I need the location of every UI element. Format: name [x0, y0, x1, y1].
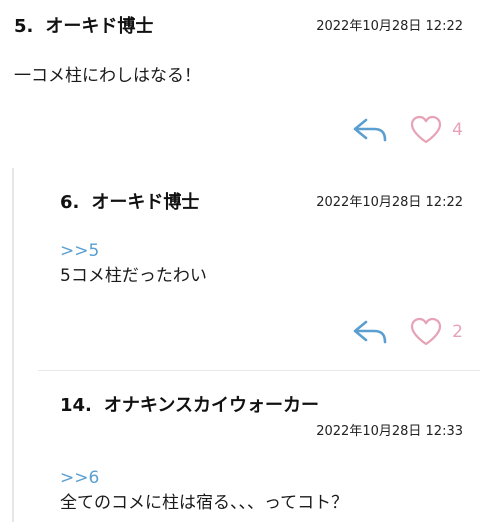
comment-header: 6. オーキド博士: [60, 190, 199, 216]
heart-icon: [410, 115, 442, 145]
reply-arrow-icon[interactable]: [352, 318, 388, 346]
comment-actions: 2: [352, 315, 463, 349]
comment-14: 14. オナキンスカイウォーカー 2022年10月28日 12:33 >>6 全て…: [0, 393, 480, 522]
reply-anchor-link[interactable]: >>5: [60, 240, 99, 262]
comment-number: 14.: [60, 395, 92, 416]
comment-body: 5コメ柱だったわい: [60, 266, 207, 286]
reply-anchor-link[interactable]: >>6: [60, 467, 99, 489]
comment-date: 2022年10月28日 12:22: [316, 195, 463, 210]
comment-5: 5. オーキド博士 2022年10月28日 12:22 一コメ柱にわしはなる！ 4: [0, 14, 480, 174]
like-button[interactable]: 4: [410, 115, 463, 145]
comment-number: 6.: [60, 192, 80, 213]
comment-author[interactable]: オーキド博士: [45, 16, 153, 37]
like-count: 4: [452, 120, 463, 140]
comment-divider: [38, 370, 480, 371]
comment-header: 5. オーキド博士: [14, 14, 153, 40]
comment-body: 全てのコメに柱は宿る、、、ってコト？: [60, 493, 349, 513]
comment-header: 14. オナキンスカイウォーカー: [60, 393, 319, 419]
like-count: 2: [452, 322, 463, 342]
reply-arrow-icon[interactable]: [352, 116, 388, 144]
comment-author[interactable]: オナキンスカイウォーカー: [104, 395, 319, 416]
comment-body: 一コメ柱にわしはなる！: [14, 66, 201, 86]
heart-icon: [410, 317, 442, 347]
comment-date: 2022年10月28日 12:33: [316, 424, 463, 439]
like-button[interactable]: 2: [410, 317, 463, 347]
comment-date: 2022年10月28日 12:22: [316, 19, 463, 34]
comment-author[interactable]: オーキド博士: [91, 192, 199, 213]
comment-actions: 4: [352, 113, 463, 147]
comment-6: 6. オーキド博士 2022年10月28日 12:22 >>5 5コメ柱だったわい…: [0, 190, 480, 360]
comment-number: 5.: [14, 16, 34, 37]
